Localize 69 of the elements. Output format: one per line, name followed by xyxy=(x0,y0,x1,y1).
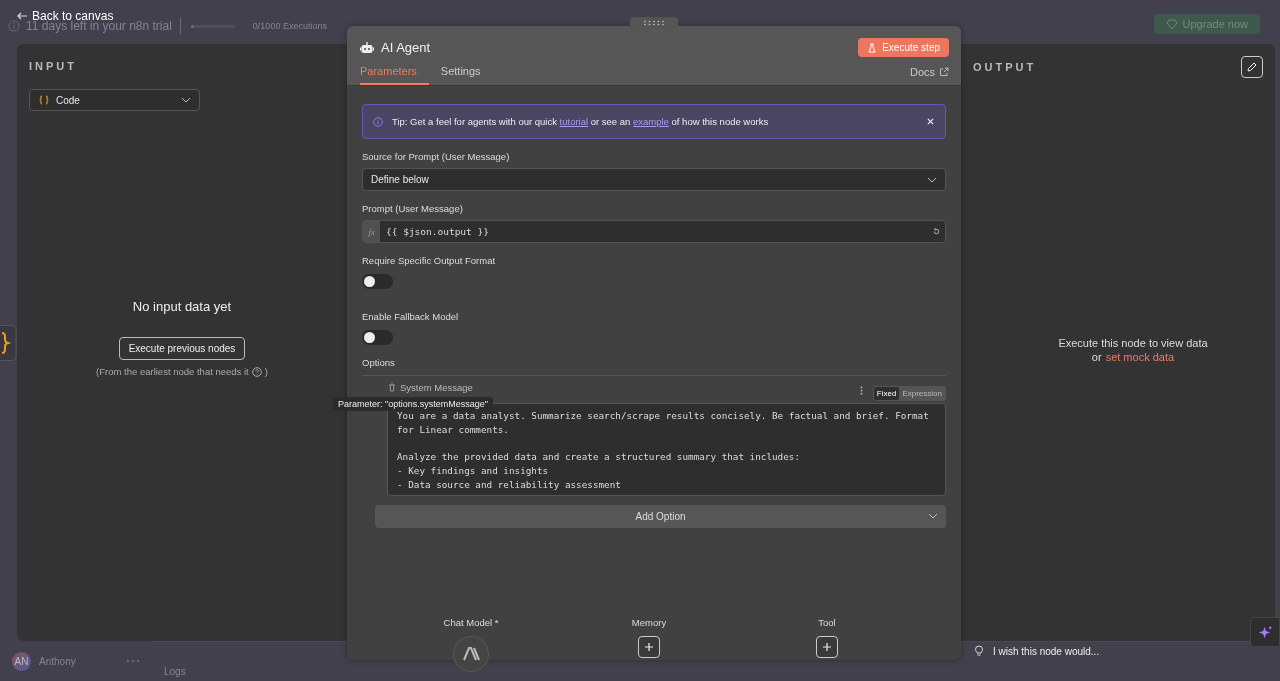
hint-text: (From the earliest node that needs it xyxy=(96,366,249,377)
parameter-tooltip: Parameter: "options.systemMessage" xyxy=(333,397,493,411)
node-title: AI Agent xyxy=(381,40,432,55)
external-link-icon xyxy=(939,67,949,77)
user-name: Anthony xyxy=(39,655,76,667)
help-icon[interactable] xyxy=(251,366,262,377)
robot-icon xyxy=(360,41,374,54)
braces-icon xyxy=(38,95,50,105)
toggle-switch[interactable] xyxy=(362,330,393,345)
back-arrow-icon xyxy=(16,10,28,22)
trash-icon[interactable] xyxy=(387,382,397,392)
model-node-icon[interactable] xyxy=(453,636,489,672)
plus-icon xyxy=(644,642,654,652)
chevron-down-icon xyxy=(928,513,938,519)
tip-text: Tip: Get a feel for agents with our quick tutorial or see an example of how this node works xyxy=(392,116,770,127)
hint-text: ) xyxy=(264,366,268,377)
tab[interactable]: Parameters xyxy=(360,60,429,85)
diamond-icon xyxy=(1165,18,1178,30)
add-option-button[interactable]: Add Option xyxy=(375,505,946,528)
field-label: Enable Fallback Model xyxy=(362,311,460,322)
field-label: Prompt (User Message) xyxy=(362,203,464,214)
reset-icon[interactable] xyxy=(932,227,941,236)
tab[interactable]: Settings xyxy=(428,60,493,85)
connector-label: Chat Model * xyxy=(443,617,499,628)
tip-link[interactable]: example xyxy=(633,116,669,127)
drag-handle[interactable] xyxy=(630,17,678,29)
more-icon[interactable] xyxy=(859,386,863,395)
panel-title: OUTPUT xyxy=(973,61,1037,73)
flask-icon xyxy=(867,42,878,53)
or-text: or xyxy=(1091,350,1102,363)
close-icon[interactable] xyxy=(926,117,935,126)
add-connection-button[interactable] xyxy=(816,636,838,658)
mode-option[interactable]: Fixed xyxy=(873,387,900,400)
field-label: Source for Prompt (User Message) xyxy=(362,151,511,162)
options-title: Options xyxy=(362,357,946,376)
logs-label[interactable]: Logs xyxy=(164,666,186,677)
feedback-prompt[interactable]: I wish this node would... xyxy=(993,645,1100,657)
info-icon xyxy=(373,116,383,127)
user-avatar[interactable]: AN xyxy=(12,651,31,671)
source-select[interactable]: Code xyxy=(29,89,200,111)
option-label: System Message xyxy=(400,382,473,393)
chevron-down-icon xyxy=(927,176,937,183)
pencil-icon xyxy=(1246,61,1258,73)
info-icon xyxy=(8,20,20,32)
prompt-source-select[interactable]: Define below xyxy=(362,168,946,191)
execute-previous-button[interactable]: Execute previous nodes xyxy=(118,337,246,360)
execute-step-button[interactable]: Execute step xyxy=(858,38,949,57)
panel-title: INPUT xyxy=(29,60,78,72)
field-label: Require Specific Output Format xyxy=(362,255,497,266)
executions-count: 0/1000 Executions xyxy=(252,21,327,31)
edit-button[interactable] xyxy=(1241,56,1263,78)
chevron-down-icon xyxy=(181,97,191,103)
ai-assistant-button[interactable] xyxy=(1250,617,1280,647)
toggle-switch[interactable] xyxy=(362,274,393,289)
connector-label: Memory xyxy=(631,617,667,628)
code-node[interactable] xyxy=(0,325,17,361)
add-connection-button[interactable] xyxy=(638,636,660,658)
trial-text: 11 days left in your n8n trial xyxy=(26,19,172,33)
mode-option[interactable]: Expression xyxy=(899,387,945,400)
docs-link[interactable]: Docs xyxy=(909,66,949,85)
connector-label: Tool xyxy=(818,617,836,628)
plus-icon xyxy=(822,642,832,652)
set-mock-data-link[interactable]: set mock data xyxy=(1105,350,1175,363)
lightbulb-icon xyxy=(973,645,985,657)
empty-state-message: Execute this node to view data xyxy=(1058,336,1208,349)
prompt-field[interactable]: fx {{ $json.output }} xyxy=(362,220,946,243)
tip-link[interactable]: tutorial xyxy=(559,116,589,127)
empty-state-title: No input data yet xyxy=(132,299,232,314)
sparkle-icon xyxy=(1257,624,1273,640)
